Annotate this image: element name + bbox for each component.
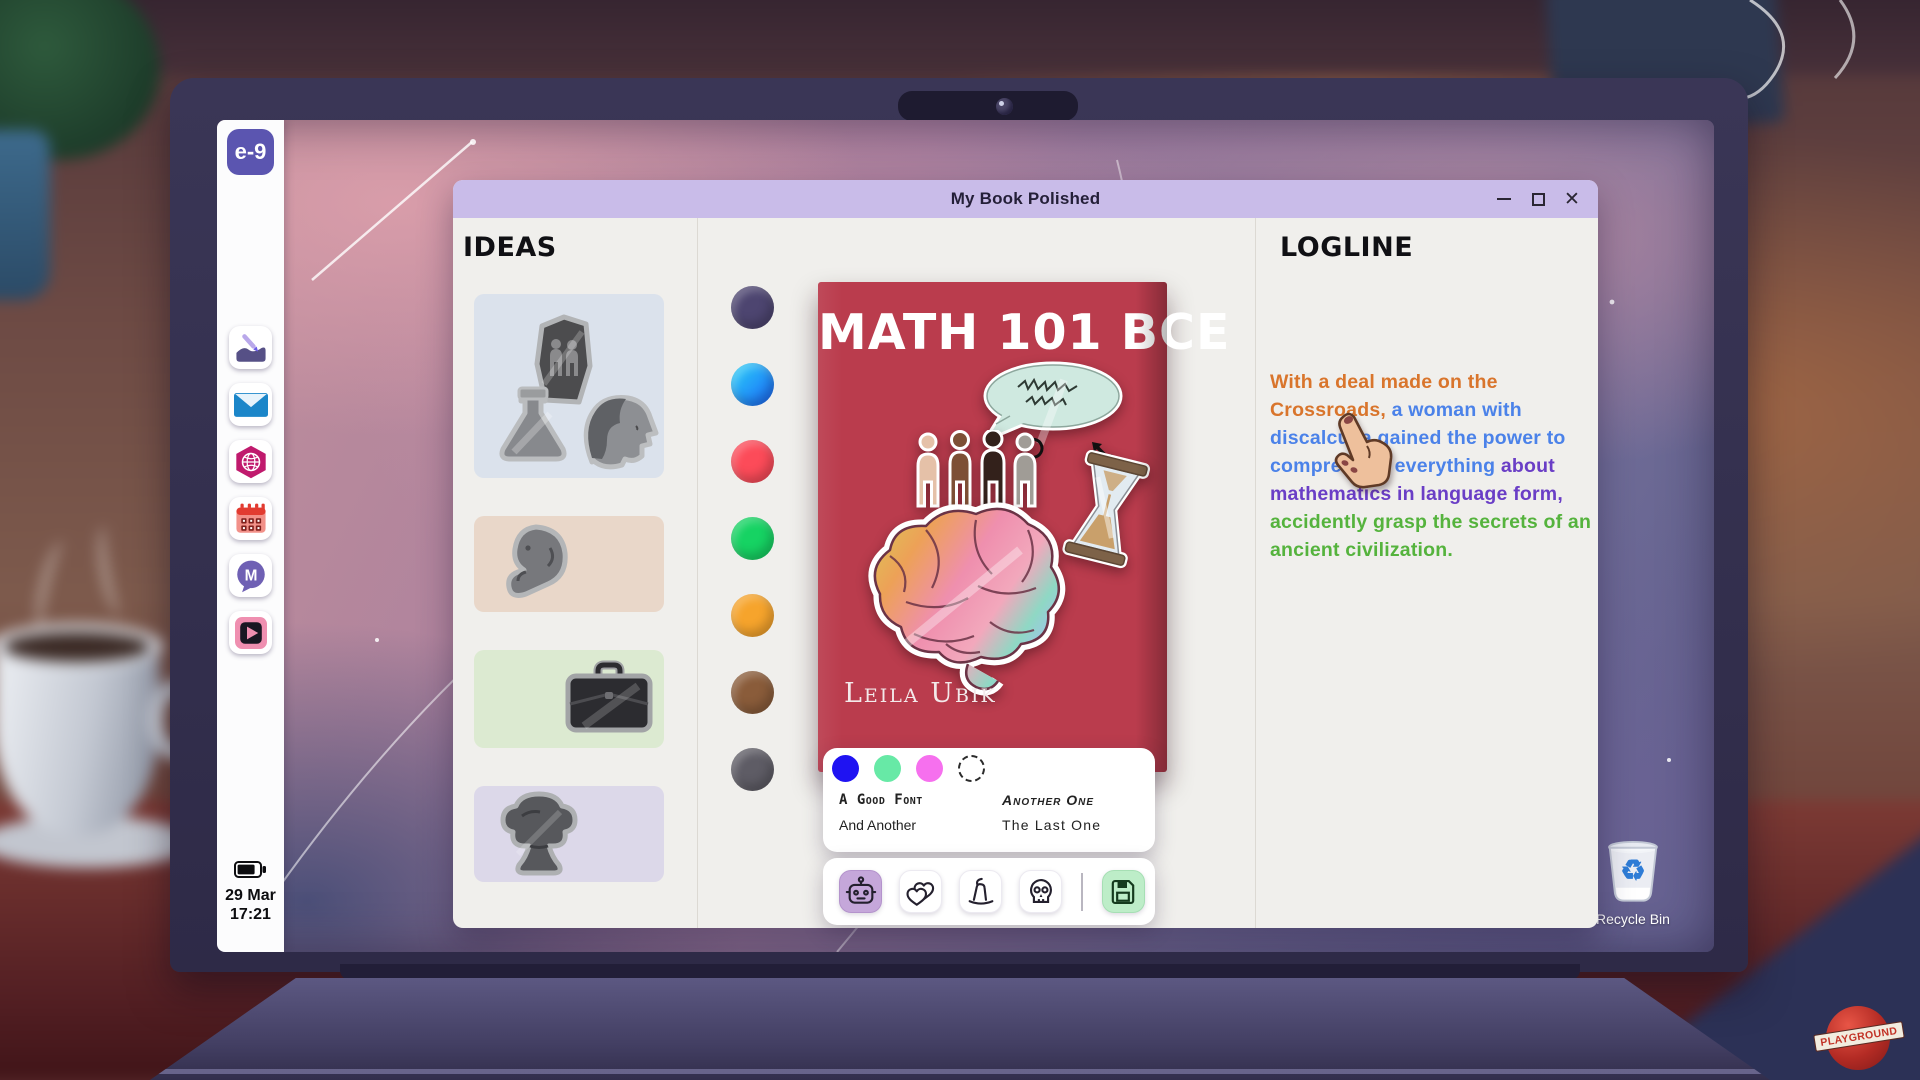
flask-sticker [492,386,574,470]
minimize-icon [1497,198,1511,201]
people-row-sticker[interactable] [910,430,1044,512]
toolbar-divider [1081,873,1083,911]
panel-divider-right [1255,218,1256,928]
idea-card-3[interactable] [474,650,664,748]
sticker-category-hearts-button[interactable] [899,870,942,913]
cover-color-blue[interactable] [832,755,859,782]
svg-text:♻: ♻ [1620,855,1645,887]
playground-watermark: PLAYGROUND [1820,1002,1898,1076]
battery-icon [234,861,267,878]
font-option-3[interactable]: And Another [839,817,1002,833]
book-cover-canvas[interactable]: MATH 101 BCE [818,282,1167,772]
os-logo-glyph: e-9 [235,139,267,165]
recycle-bin-label: Recycle Bin [1595,911,1671,927]
ideas-heading: IDEAS [463,232,557,263]
taskbar-item-messenger-app[interactable]: M [229,554,272,597]
book-author[interactable]: Leila Ubik [844,678,997,709]
taskbar: e-9 [217,120,284,952]
sticker-category-robot-button[interactable] [839,870,882,913]
cover-color-options [832,755,985,782]
taskbar-item-media-app[interactable] [229,611,272,654]
robot-icon [844,875,878,909]
hourglass-sticker[interactable] [1060,450,1152,570]
idea-card-4[interactable] [474,786,664,882]
save-icon [1107,876,1139,908]
svg-text:M: M [244,567,257,584]
panel-divider-left [697,218,698,928]
desktop-screen: e-9 [217,120,1714,952]
sticker-toolbar [823,858,1155,925]
sticker-category-skull-button[interactable] [1019,870,1062,913]
taskbar-date: 29 Mar [217,886,284,905]
skull-icon [1024,875,1058,909]
close-icon: ✕ [1564,190,1580,209]
palette-swatch-3[interactable] [731,440,774,483]
scene: e-9 [0,0,1920,1080]
font-option-1[interactable]: A Good Font [839,792,1002,808]
globe-hexagon-icon [234,445,268,479]
webcam-notch [898,91,1078,121]
font-option-4[interactable]: The Last One [1002,817,1139,833]
taskbar-clock: 29 Mar 17:21 [217,861,284,924]
close-button[interactable]: ✕ [1562,189,1582,209]
rainbow-brain-sticker[interactable] [850,494,1076,700]
cover-color-none[interactable] [958,755,985,782]
laptop-base [150,978,1770,1080]
sticker-category-wizard-hat-button[interactable] [959,870,1002,913]
taskbar-apps: M [229,326,272,654]
save-button[interactable] [1102,870,1145,913]
cover-color-pink[interactable] [916,755,943,782]
play-icon [235,617,267,649]
m-speech-bubble-icon: M [234,559,268,593]
maximize-button[interactable] [1528,189,1548,209]
palette-swatch-1[interactable] [731,286,774,329]
palette-swatch-7[interactable] [731,748,774,791]
idea-card-1[interactable] [474,294,664,478]
window-title: My Book Polished [951,189,1101,209]
palette-swatch-5[interactable] [731,594,774,637]
maximize-icon [1532,193,1545,206]
taskbar-item-mail-app[interactable] [229,383,272,426]
cover-color-green[interactable] [874,755,901,782]
app-window: My Book Polished ✕ IDEAS [453,180,1598,928]
wizard-hat-icon [964,875,998,909]
pen-wave-icon [234,331,268,365]
taskbar-time: 17:21 [217,905,284,924]
minimize-button[interactable] [1494,189,1514,209]
taskbar-item-browser-app[interactable] [229,440,272,483]
font-option-2[interactable]: Another One [1002,792,1139,808]
palette-swatch-4[interactable] [731,517,774,560]
palette-swatch-6[interactable] [731,671,774,714]
taskbar-item-calendar-app[interactable] [229,497,272,540]
style-panel: A Good Font Another One And Another The … [823,748,1155,852]
webcam-icon [996,98,1013,115]
window-controls: ✕ [1494,180,1582,218]
logline-heading: LOGLINE [1280,232,1413,263]
fetus-sticker [498,522,574,606]
logline-segment-4: accidently grasp the secrets of an ancie… [1270,511,1591,561]
resize-handle-icon [1092,442,1114,464]
hand-cursor-icon [1321,410,1395,494]
speech-bubble-sticker[interactable] [970,354,1126,466]
recycle-bin[interactable]: ♻ Recycle Bin [1595,838,1671,927]
briefcase-sticker [562,660,656,736]
rotate-handle-icon [1022,439,1042,457]
hearts-icon [904,875,938,909]
idea-card-2[interactable] [474,516,664,612]
laptop-hinge [340,964,1580,980]
calendar-icon [234,502,268,536]
taskbar-item-writing-app[interactable] [229,326,272,369]
envelope-icon [234,391,268,419]
book-title[interactable]: MATH 101 BCE [818,304,1167,361]
recycle-bin-icon: ♻ [1602,838,1664,904]
woman-profile-sticker [574,388,660,470]
palette-swatch-2[interactable] [731,363,774,406]
font-options: A Good Font Another One And Another The … [839,792,1139,833]
os-logo[interactable]: e-9 [227,129,274,175]
laptop-lid: e-9 [170,78,1748,972]
laptop: e-9 [0,0,1920,1080]
window-titlebar[interactable]: My Book Polished ✕ [453,180,1598,218]
mushroom-cloud-sticker [498,790,580,878]
